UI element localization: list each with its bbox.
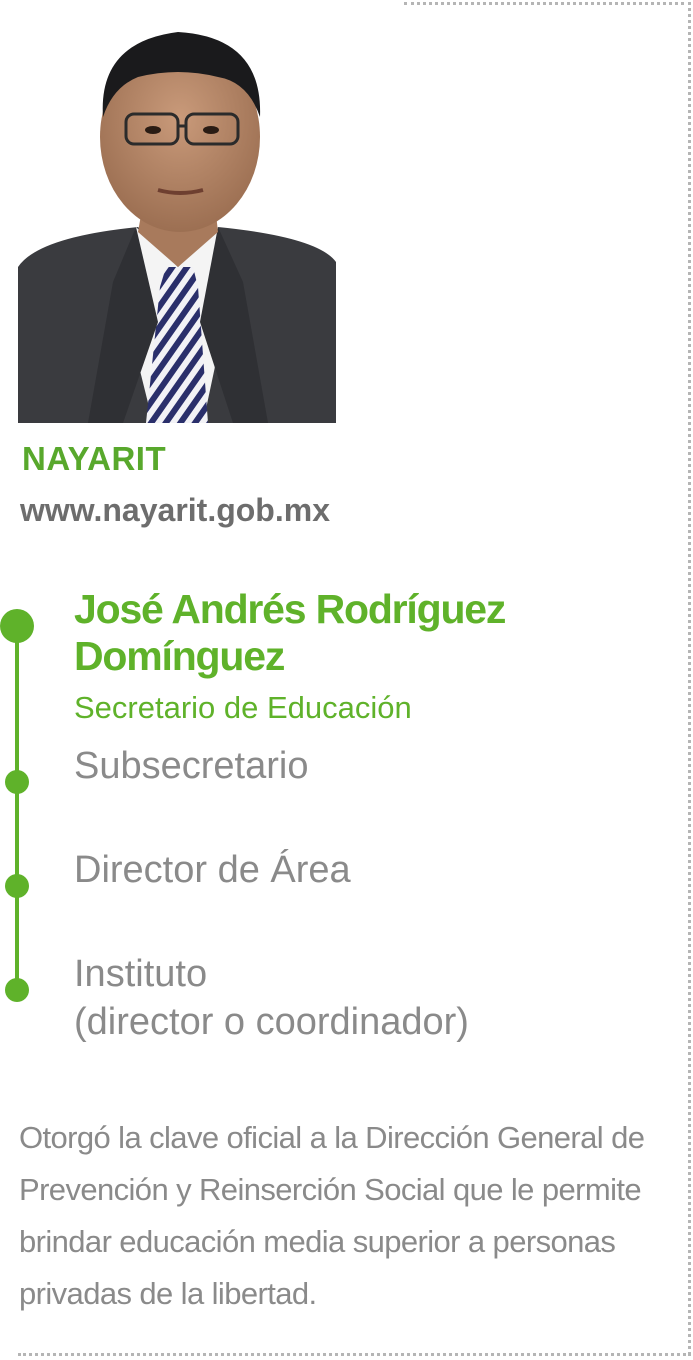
achievement-description: Otorgó la clave oficial a la Dirección G… [19, 1120, 645, 1311]
dotted-border-top [404, 2, 691, 5]
timeline-dot-instituto [5, 978, 29, 1002]
level-subsecretario: Subsecretario [74, 745, 309, 787]
hierarchy-timeline [15, 626, 19, 992]
official-name-line1: José Andrés Rodríguez [74, 586, 506, 632]
state-website: www.nayarit.gob.mx [20, 492, 330, 528]
timeline-dot-subsecretario [5, 770, 29, 794]
timeline-dot-secretario [0, 609, 34, 643]
dotted-border-right [688, 2, 691, 1355]
state-name: NAYARIT [22, 440, 167, 477]
timeline-dot-director-area [5, 874, 29, 898]
dotted-border-bottom [18, 1353, 691, 1356]
official-position: Secretario de Educación [74, 690, 412, 725]
level-instituto: Instituto (director o coordinador) [74, 950, 469, 1046]
portrait-photo [18, 22, 336, 423]
level-director-area: Director de Área [74, 849, 351, 891]
level-instituto-line1: Instituto [74, 953, 208, 995]
level-instituto-line2: (director o coordinador) [74, 1001, 469, 1043]
official-name-line2: Domínguez [74, 633, 285, 679]
official-name: José Andrés Rodríguez Domínguez [74, 586, 634, 680]
